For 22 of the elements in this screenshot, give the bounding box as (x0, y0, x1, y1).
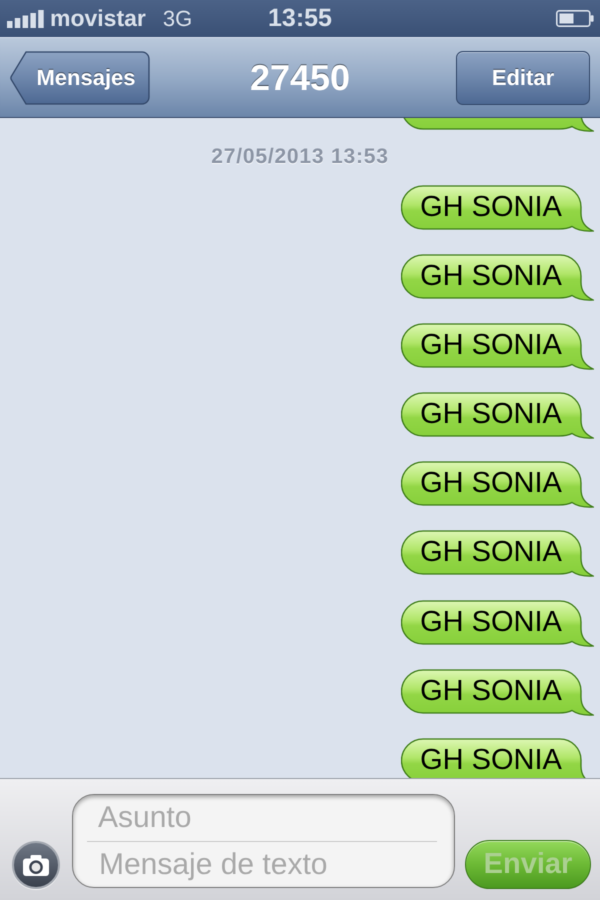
battery-icon (556, 10, 594, 27)
conversation-title: 27450 (250, 60, 350, 96)
edit-button[interactable]: Editar (456, 50, 590, 104)
message-field[interactable]: Mensaje de texto (73, 842, 454, 887)
message-bubble: GH SONIA (401, 323, 594, 370)
message-bubble: GH SONIA (401, 600, 594, 647)
subject-field[interactable]: Asunto (73, 795, 454, 841)
signal-icon (7, 10, 44, 28)
camera-icon (23, 854, 49, 876)
back-button[interactable]: Mensajes (10, 50, 150, 104)
network-type: 3G (162, 8, 192, 30)
clock-time: 13:55 (268, 6, 332, 31)
message-bubble: GH SONIA (401, 668, 594, 716)
message-bubble: GH SONIA (401, 530, 594, 578)
message-bubble: GH SONIA (401, 392, 594, 440)
message-bubble: GH SONIA (401, 461, 594, 508)
message-bubble: GH SONIA (401, 254, 594, 302)
carrier-name: movistar (50, 7, 146, 30)
message-input-box[interactable]: Asunto Mensaje de texto (72, 794, 455, 888)
camera-button[interactable] (12, 841, 60, 889)
message-timestamp: 27/05/2013 13:53 (211, 144, 389, 170)
message-bubble: GH SONIA (401, 185, 594, 232)
